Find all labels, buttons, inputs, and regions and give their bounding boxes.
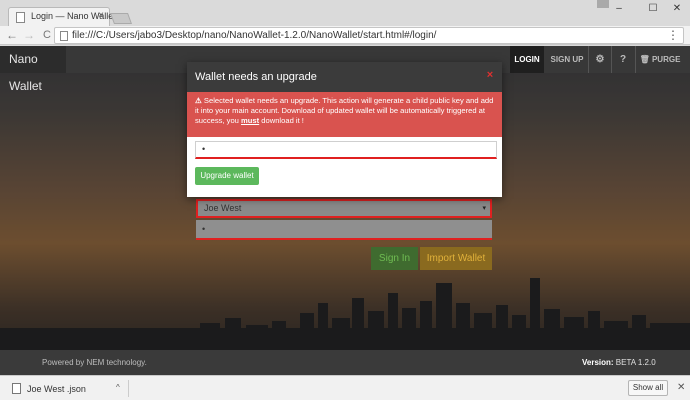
help-icon[interactable]: ? xyxy=(612,46,634,73)
upgrade-alert: ⚠ Selected wallet needs an upgrade. This… xyxy=(187,92,502,137)
download-file-name[interactable]: Joe West .json xyxy=(27,384,86,394)
file-icon xyxy=(60,31,68,41)
browser-tabstrip: Login — Nano Wallet × – ☐ ✕ xyxy=(0,0,690,26)
new-tab-button[interactable] xyxy=(109,13,133,24)
alert-text-start: Selected wallet needs an upgrade. This a… xyxy=(195,96,494,125)
wallet-select[interactable]: Joe West ▾ xyxy=(196,199,492,218)
version-value: BETA 1.2.0 xyxy=(613,358,656,367)
modal-header: Wallet needs an upgrade × xyxy=(187,62,502,92)
upgrade-wallet-button[interactable]: Upgrade wallet xyxy=(195,167,259,185)
forward-arrow-icon[interactable]: → xyxy=(22,28,36,42)
minimize-button[interactable]: – xyxy=(606,2,632,16)
settings-gear-icon[interactable]: ⚙ xyxy=(589,46,611,73)
app-viewport: Nano Wallet LOGIN SIGN UP ⚙ ? 🗑 PURGE Jo… xyxy=(0,46,690,375)
version-text: Version: BETA 1.2.0 xyxy=(582,358,656,367)
back-arrow-icon[interactable]: ← xyxy=(5,28,19,42)
modal-title: Wallet needs an upgrade xyxy=(195,71,317,83)
address-bar[interactable]: file:///C:/Users/jabo3/Desktop/nano/Nano… xyxy=(54,27,684,44)
app-brand[interactable]: Nano Wallet xyxy=(0,46,66,93)
nav-login[interactable]: LOGIN xyxy=(510,46,544,73)
powered-by-text: Powered by NEM technology. xyxy=(42,358,147,367)
modal-password-input[interactable]: • xyxy=(195,141,497,159)
nav-purge[interactable]: 🗑 PURGE xyxy=(636,46,684,73)
tab-close-icon[interactable]: × xyxy=(98,10,104,21)
browser-menu-icon[interactable]: ⋮ xyxy=(667,28,679,42)
download-file-icon xyxy=(12,383,21,394)
page-icon xyxy=(16,12,25,23)
browser-tab[interactable]: Login — Nano Wallet × xyxy=(8,7,116,26)
alert-text-end: download it ! xyxy=(259,116,304,125)
upgrade-wallet-modal: Wallet needs an upgrade × ⚠ Selected wal… xyxy=(187,62,502,197)
browser-toolbar: ← → C file:///C:/Users/jabo3/Desktop/nan… xyxy=(0,26,690,45)
nav-signup[interactable]: SIGN UP xyxy=(546,46,588,73)
import-wallet-button[interactable]: Import Wallet xyxy=(420,247,492,270)
show-all-button[interactable]: Show all xyxy=(628,380,668,396)
maximize-button[interactable]: ☐ xyxy=(640,2,666,16)
wallet-select-value: Joe West xyxy=(204,203,242,213)
alert-emphasis: must xyxy=(241,116,260,125)
app-footer: Powered by NEM technology. Version: BETA… xyxy=(0,350,690,375)
login-password-input[interactable]: • xyxy=(196,220,492,240)
reload-icon[interactable]: C xyxy=(40,28,54,42)
window-close-button[interactable]: ✕ xyxy=(664,2,690,16)
download-divider xyxy=(128,380,129,397)
close-icon[interactable]: × xyxy=(484,69,496,81)
chevron-down-icon: ▾ xyxy=(482,205,486,212)
download-bar-close-icon[interactable]: ✕ xyxy=(677,382,685,393)
version-label: Version: xyxy=(582,358,614,367)
sign-in-button[interactable]: Sign In xyxy=(371,247,418,270)
warning-icon: ⚠ xyxy=(195,96,202,105)
download-bar: Joe West .json ^ Show all ✕ xyxy=(0,375,690,400)
chevron-up-icon[interactable]: ^ xyxy=(116,383,120,392)
url-text[interactable]: file:///C:/Users/jabo3/Desktop/nano/Nano… xyxy=(72,30,436,41)
